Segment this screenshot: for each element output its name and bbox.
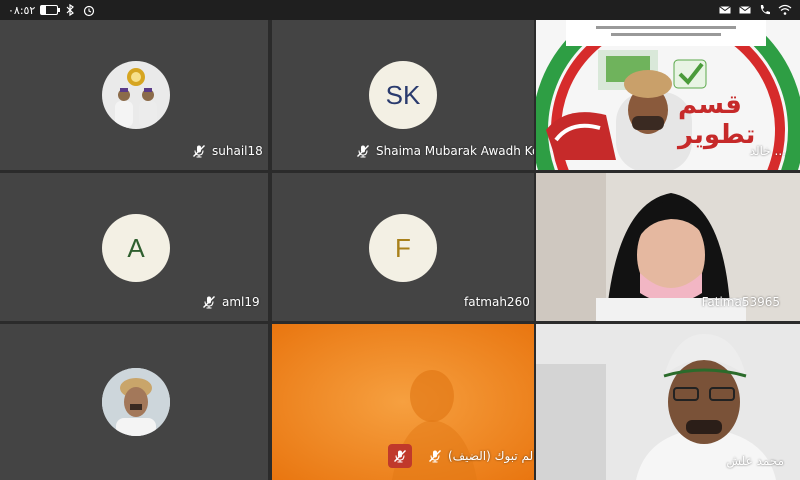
muted-mic-icon: [193, 145, 205, 158]
avatar: [102, 368, 170, 436]
muted-mic-icon: [357, 145, 369, 158]
participant-label: suhail18: [192, 144, 263, 158]
participant-name: محمد علش: [726, 454, 784, 468]
participant-tile[interactable]: A aml19: [0, 173, 268, 321]
participant-name: suhail18: [212, 144, 263, 158]
status-bar: ٠٨:٥٢: [0, 0, 800, 20]
mail-icon: [739, 6, 751, 14]
battery-icon: [40, 5, 61, 15]
participant-label: خالد ...: [750, 144, 786, 158]
muted-mic-icon: [429, 450, 441, 463]
unmute-button[interactable]: [388, 444, 412, 468]
participant-name: Fatima53965: [701, 295, 780, 309]
participant-tile[interactable]: قسم تطوير خالد ...: [536, 20, 800, 170]
banner-text: قسم تطوير: [678, 90, 756, 150]
participant-name: fatmah260: [464, 295, 530, 309]
phone-icon: [760, 5, 770, 15]
participant-name: سالم تبوك (الضيف): [448, 449, 534, 463]
participant-name: Shaima Mubarak Awadh Ko...: [376, 144, 534, 158]
avatar: [102, 61, 170, 129]
bluetooth-icon: [66, 3, 75, 17]
wifi-icon: [778, 4, 792, 15]
participant-tile[interactable]: [0, 324, 268, 480]
participant-label: aml19: [202, 295, 260, 309]
avatar: F: [369, 214, 437, 282]
participant-name: aml19: [222, 295, 260, 309]
participant-tile[interactable]: محمد علش: [536, 324, 800, 480]
participant-label: محمد علش: [726, 454, 784, 468]
clock: ٠٨:٥٢: [8, 3, 36, 17]
participant-tile[interactable]: SK Shaima Mubarak Awadh Ko...: [272, 20, 534, 170]
participant-tile[interactable]: سالم تبوك (الضيف): [272, 324, 534, 480]
participant-label: Shaima Mubarak Awadh Ko...: [356, 144, 534, 158]
alarm-icon: [84, 5, 95, 17]
participant-tile[interactable]: Fatima53965: [536, 173, 800, 321]
mail-icon: [719, 6, 731, 14]
video-grid: suhail18 SK Shaima Mubarak Awadh Ko... ق…: [0, 20, 800, 480]
muted-mic-icon: [394, 450, 406, 463]
participant-tile[interactable]: suhail18: [0, 20, 268, 170]
participant-label: سالم تبوك (الضيف): [428, 449, 534, 463]
muted-mic-icon: [203, 296, 215, 309]
participant-label: Fatima53965: [702, 295, 780, 309]
avatar: SK: [369, 61, 437, 129]
participant-label: fatmah260: [464, 295, 530, 309]
participant-tile[interactable]: F fatmah260: [272, 173, 534, 321]
avatar: A: [102, 214, 170, 282]
participant-name: خالد ...: [749, 144, 786, 158]
